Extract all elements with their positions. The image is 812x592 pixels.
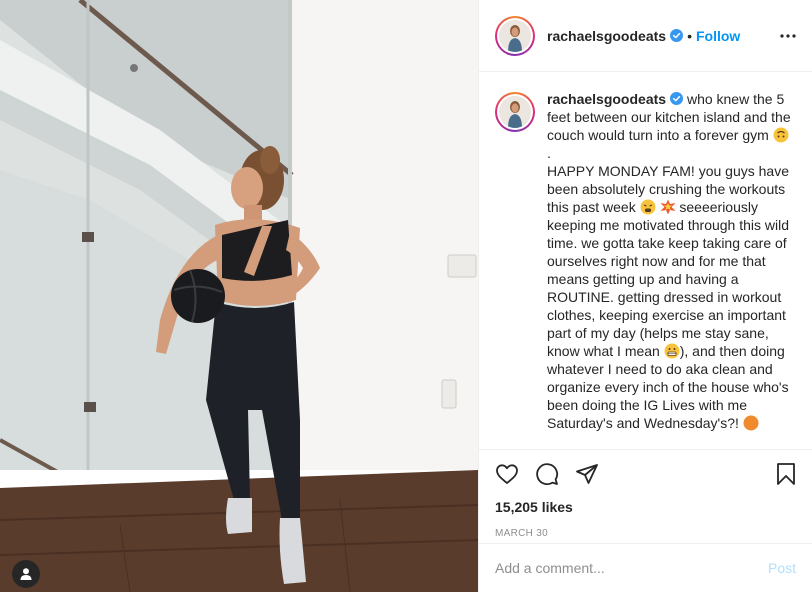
caption-comment: rachaelsgoodeats who knew the 5 feet bet… — [495, 90, 796, 432]
caption-avatar[interactable] — [495, 92, 535, 132]
follow-button[interactable]: Follow — [696, 28, 740, 44]
caption-username[interactable]: rachaelsgoodeats — [547, 91, 666, 107]
caption-scroll-area[interactable]: rachaelsgoodeats who knew the 5 feet bet… — [479, 72, 812, 449]
emoji-icon — [743, 415, 759, 431]
action-bar — [479, 450, 812, 498]
verified-badge-icon — [670, 29, 684, 42]
user-tag-button[interactable] — [12, 560, 40, 588]
likes-count[interactable]: 15,205 likes — [479, 498, 812, 518]
instagram-post: rachaelsgoodeats • Follow rachaelsgoodea… — [0, 0, 812, 592]
like-button[interactable] — [495, 462, 519, 486]
post-actions: 15,205 likes MARCH 30 — [479, 449, 812, 542]
post-comment-button[interactable]: Post — [768, 560, 796, 576]
verified-badge-icon — [670, 92, 684, 105]
comment-form: Post — [479, 543, 812, 592]
workout-photo — [0, 0, 478, 592]
grimacing-face-emoji-icon — [664, 343, 680, 359]
caption-text: rachaelsgoodeats who knew the 5 feet bet… — [547, 90, 796, 432]
comment-icon — [536, 463, 559, 486]
post-photo[interactable] — [0, 0, 478, 592]
paper-plane-icon — [576, 464, 598, 484]
post-date[interactable]: MARCH 30 — [479, 528, 812, 542]
weary-face-emoji-icon — [640, 199, 656, 215]
share-button[interactable] — [575, 462, 599, 486]
avatar[interactable] — [495, 15, 535, 56]
heart-icon — [496, 464, 518, 484]
post-side-panel: rachaelsgoodeats • Follow rachaelsgoodea… — [478, 0, 812, 592]
caption-avatar-image — [499, 96, 531, 128]
caption-line-3b: seeeeriously keeping me motivated throug… — [547, 199, 793, 359]
upside-down-face-emoji-icon — [773, 127, 789, 143]
post-header: rachaelsgoodeats • Follow — [479, 0, 812, 72]
collision-emoji-icon — [660, 199, 675, 215]
comment-input[interactable] — [495, 560, 768, 576]
header-username[interactable]: rachaelsgoodeats — [547, 28, 666, 44]
user-tag-icon — [20, 568, 32, 580]
caption-line-2: . — [547, 145, 551, 161]
bookmark-icon — [777, 463, 795, 485]
more-options-icon — [780, 34, 796, 38]
save-button[interactable] — [774, 462, 798, 486]
more-options-button[interactable] — [778, 26, 798, 46]
header-separator: • — [687, 27, 692, 44]
avatar-image — [499, 19, 531, 52]
comment-button[interactable] — [535, 462, 559, 486]
